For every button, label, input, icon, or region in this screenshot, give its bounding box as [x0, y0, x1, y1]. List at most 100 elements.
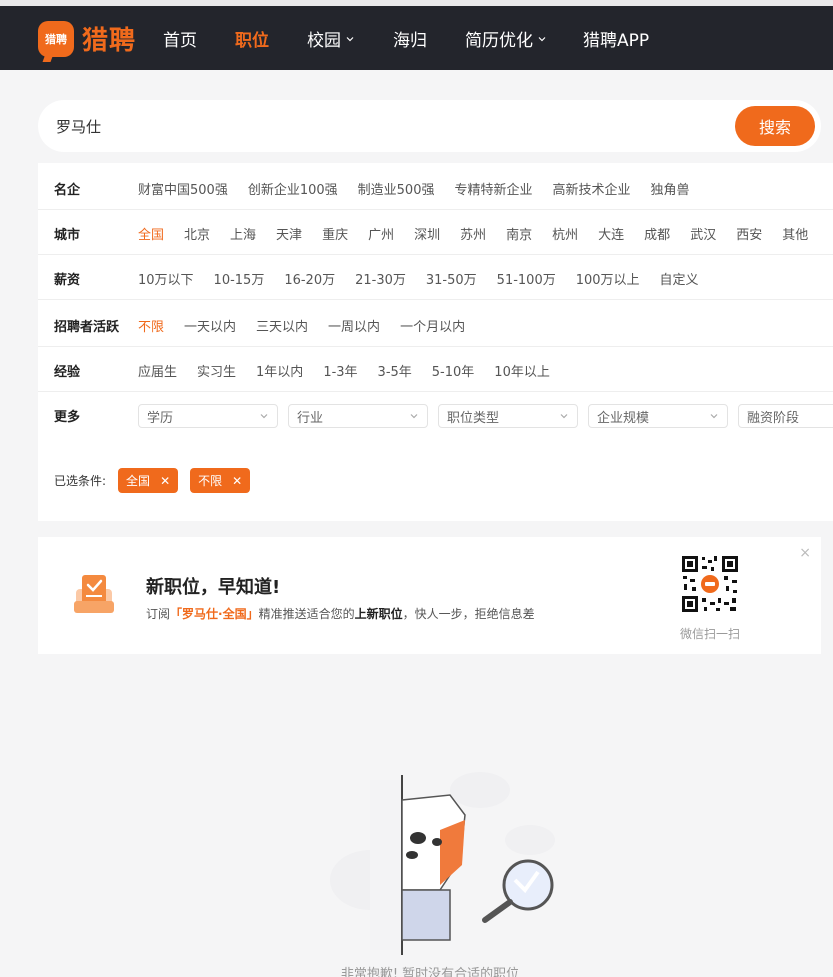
qr-label: 微信扫一扫 — [680, 627, 741, 641]
filter-option-selected[interactable]: 不限 — [138, 316, 164, 335]
filter-option[interactable]: 3-5年 — [378, 361, 412, 380]
selected-tag[interactable]: 全国 ✕ — [118, 468, 179, 493]
nav-resume[interactable]: 简历优化 — [465, 26, 547, 51]
filter-option[interactable]: 苏州 — [460, 224, 486, 243]
promo-subtitle: 订阅「罗马仕·全国」精准推送适合您的上新职位，快人一步，拒绝信息差 — [146, 605, 535, 622]
filter-option[interactable]: 16-20万 — [284, 269, 335, 288]
filter-option[interactable]: 10万以下 — [138, 269, 194, 288]
filter-row-city: 城市 全国 北京 上海 天津 重庆 广州 深圳 苏州 南京 杭州 大连 成都 武… — [38, 210, 833, 255]
funding-stage-select[interactable]: 融资阶段 — [738, 404, 833, 428]
empty-state-text: 非常抱歉! 暂时没有合适的职位 — [340, 967, 520, 977]
filter-option[interactable]: 一个月以内 — [400, 316, 465, 335]
filter-option[interactable]: 5-10年 — [432, 361, 475, 380]
promo-sub-prefix: 订阅 — [146, 607, 171, 621]
filter-option[interactable]: 自定义 — [660, 269, 699, 288]
selected-tag[interactable]: 不限 ✕ — [190, 468, 251, 493]
filter-label: 城市 — [54, 228, 81, 243]
chevron-down-icon — [260, 414, 268, 419]
chevron-down-icon — [538, 36, 546, 41]
filter-option[interactable]: 高新技术企业 — [553, 179, 631, 198]
nav-resume-label: 简历优化 — [465, 31, 533, 51]
filter-option[interactable]: 1年以内 — [256, 361, 303, 380]
promo-sub-bold: 上新职位 — [354, 607, 403, 621]
filter-option[interactable]: 其他 — [782, 224, 808, 243]
filter-option[interactable]: 广州 — [368, 224, 394, 243]
nav-campus-label: 校园 — [307, 31, 341, 51]
filter-option[interactable]: 重庆 — [322, 224, 348, 243]
filter-option[interactable]: 实习生 — [197, 361, 236, 380]
nav-jobs[interactable]: 职位 — [235, 26, 269, 51]
filter-option[interactable]: 三天以内 — [256, 316, 308, 335]
filter-option[interactable]: 10-15万 — [214, 269, 265, 288]
filter-option[interactable]: 制造业500强 — [358, 179, 435, 198]
nav-app[interactable]: 猎聘APP — [583, 26, 649, 51]
promo-sub-mid: 精准推送适合您的 — [258, 607, 355, 621]
select-label: 行业 — [297, 410, 324, 426]
logo-text: 猎聘 — [82, 26, 137, 56]
filter-option[interactable]: 上海 — [230, 224, 256, 243]
promo-sub-suffix: ，快人一步，拒绝信息差 — [402, 607, 535, 621]
filter-option[interactable]: 大连 — [598, 224, 624, 243]
filter-option[interactable]: 杭州 — [552, 224, 578, 243]
filter-label: 薪资 — [54, 273, 81, 288]
nav-campus[interactable]: 校园 — [307, 26, 355, 51]
chevron-down-icon — [410, 414, 418, 419]
chevron-down-icon — [346, 36, 354, 41]
filter-option[interactable]: 北京 — [184, 224, 210, 243]
industry-select[interactable]: 行业 — [288, 404, 428, 428]
filter-option[interactable]: 武汉 — [690, 224, 716, 243]
filter-option[interactable]: 成都 — [644, 224, 670, 243]
search-button[interactable]: 搜索 — [735, 106, 815, 146]
filter-option[interactable]: 专精特新企业 — [454, 179, 532, 198]
filter-option[interactable]: 21-30万 — [355, 269, 406, 288]
close-icon[interactable]: × — [799, 545, 811, 561]
filter-options: 财富中国500强 创新企业100强 制造业500强 专精特新企业 高新技术企业 … — [138, 179, 710, 198]
filter-option-selected[interactable]: 全国 — [138, 224, 164, 243]
subscribe-icon — [74, 575, 114, 613]
filter-option[interactable]: 应届生 — [138, 361, 177, 380]
filter-option[interactable]: 西安 — [736, 224, 762, 243]
qr-code-icon — [680, 554, 740, 614]
job-type-select[interactable]: 职位类型 — [438, 404, 578, 428]
filter-option[interactable]: 一周以内 — [328, 316, 380, 335]
filter-option[interactable]: 1-3年 — [323, 361, 357, 380]
close-icon[interactable]: ✕ — [232, 474, 242, 488]
nav-overseas[interactable]: 海归 — [393, 26, 427, 51]
chevron-down-icon — [560, 414, 568, 419]
company-size-select[interactable]: 企业规模 — [588, 404, 728, 428]
search-bar: 搜索 — [38, 100, 821, 152]
filter-row-famous: 名企 财富中国500强 创新企业100强 制造业500强 专精特新企业 高新技术… — [38, 165, 833, 210]
filter-option[interactable]: 51-100万 — [497, 269, 556, 288]
navbar: 猎聘 猎聘 首页 职位 校园 海归 简历优化 猎聘APP — [0, 6, 833, 70]
promo-title: 新职位，早知道! — [146, 577, 281, 598]
filter-option[interactable]: 创新企业100强 — [248, 179, 338, 198]
logo[interactable]: 猎聘 猎聘 — [38, 20, 136, 57]
select-label: 企业规模 — [597, 410, 650, 426]
filter-panel: 名企 财富中国500强 创新企业100强 制造业500强 专精特新企业 高新技术… — [38, 163, 833, 521]
filter-row-experience: 经验 应届生 实习生 1年以内 1-3年 3-5年 5-10年 10年以上 — [38, 347, 833, 392]
filter-option[interactable]: 深圳 — [414, 224, 440, 243]
filter-options: 应届生 实习生 1年以内 1-3年 3-5年 5-10年 10年以上 — [138, 361, 570, 380]
selected-conditions-label: 已选条件: — [54, 474, 107, 488]
logo-badge: 猎聘 — [38, 20, 74, 57]
tag-label: 不限 — [198, 474, 223, 488]
filter-row-salary: 薪资 10万以下 10-15万 16-20万 21-30万 31-50万 51-… — [38, 255, 833, 300]
chevron-down-icon — [710, 414, 718, 419]
tag-label: 全国 — [126, 474, 151, 488]
education-select[interactable]: 学历 — [138, 404, 278, 428]
close-icon[interactable]: ✕ — [160, 474, 170, 488]
filter-option[interactable]: 31-50万 — [426, 269, 477, 288]
nav-home[interactable]: 首页 — [163, 26, 197, 51]
filter-options: 10万以下 10-15万 16-20万 21-30万 31-50万 51-100… — [138, 269, 719, 288]
filter-option[interactable]: 财富中国500强 — [138, 179, 228, 198]
filter-option[interactable]: 一天以内 — [184, 316, 236, 335]
filter-option[interactable]: 10年以上 — [494, 361, 550, 380]
filter-label: 更多 — [54, 410, 81, 425]
filter-option[interactable]: 独角兽 — [651, 179, 690, 198]
promo-sub-keyword[interactable]: 「罗马仕·全国」 — [170, 607, 259, 621]
search-input[interactable] — [38, 100, 728, 152]
filter-options: 不限 一天以内 三天以内 一周以内 一个月以内 — [138, 316, 485, 335]
filter-option[interactable]: 南京 — [506, 224, 532, 243]
filter-option[interactable]: 天津 — [276, 224, 302, 243]
filter-option[interactable]: 100万以上 — [576, 269, 640, 288]
